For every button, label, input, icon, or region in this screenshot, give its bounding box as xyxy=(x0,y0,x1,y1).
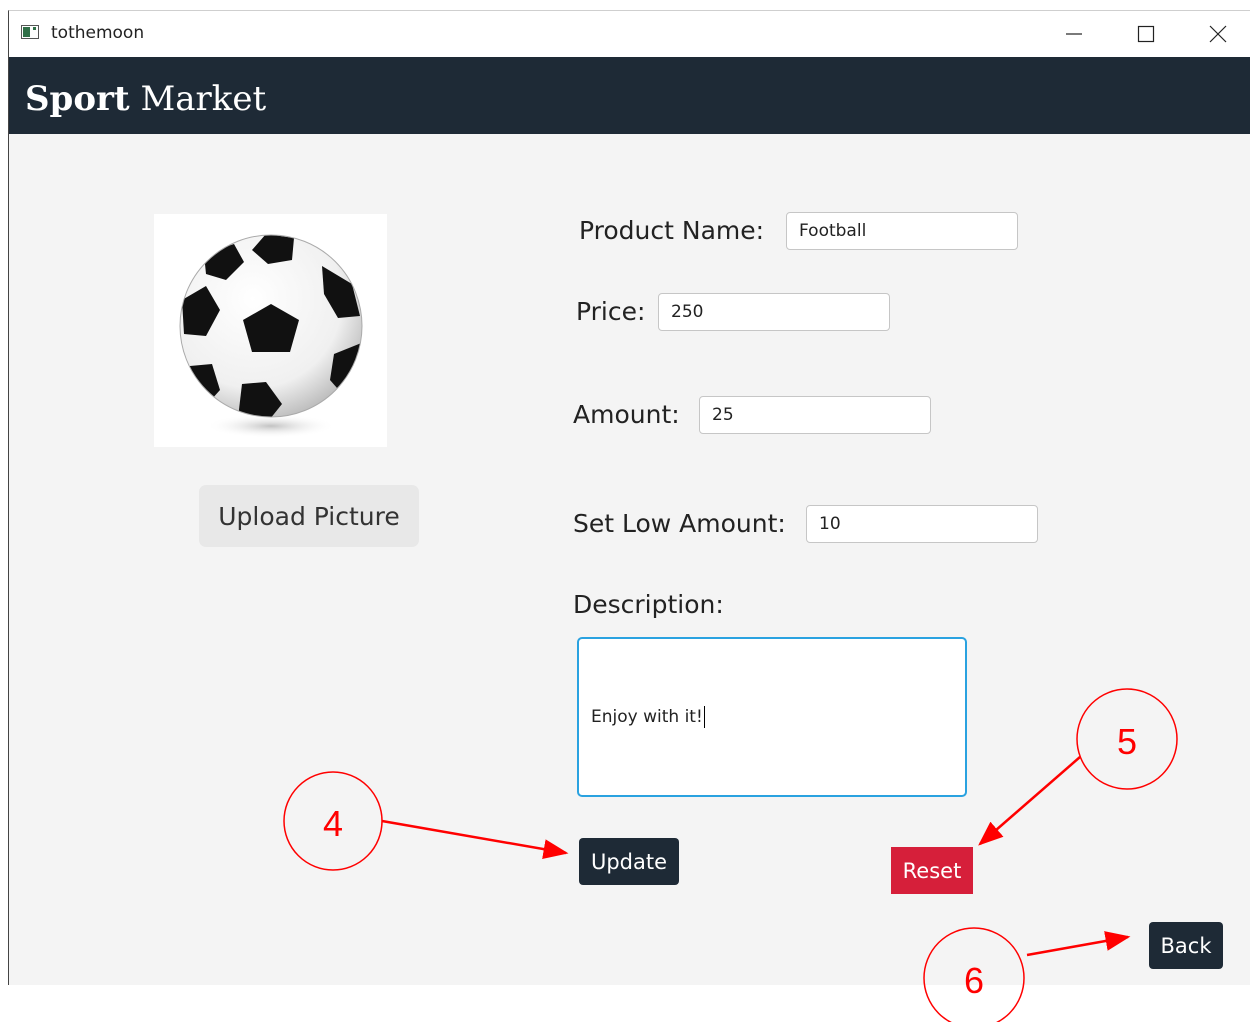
reset-button[interactable]: Reset xyxy=(891,847,973,894)
brand-regular: Market xyxy=(140,79,267,119)
description-label: Description: xyxy=(573,590,724,619)
upload-picture-button[interactable]: Upload Picture xyxy=(199,485,419,547)
minimize-button[interactable] xyxy=(1039,11,1109,57)
app-icon xyxy=(21,25,39,39)
amount-field[interactable]: 25 xyxy=(699,396,931,434)
app-header: Sport Market xyxy=(9,57,1250,134)
amount-label: Amount: xyxy=(573,400,680,429)
maximize-icon xyxy=(1137,25,1155,43)
back-button[interactable]: Back xyxy=(1149,922,1223,969)
product-name-field[interactable]: Football xyxy=(786,212,1018,250)
annotation-label-5: 5 xyxy=(1116,721,1138,762)
close-icon xyxy=(1209,25,1227,43)
maximize-button[interactable] xyxy=(1111,11,1181,57)
annotation-label-6: 6 xyxy=(963,960,985,1001)
low-amount-label: Set Low Amount: xyxy=(573,509,786,538)
minimize-icon xyxy=(1066,33,1082,35)
brand-title: Sport Market xyxy=(25,79,266,119)
price-label: Price: xyxy=(576,297,646,326)
text-caret xyxy=(703,706,705,728)
description-textarea[interactable]: Enjoy with it! xyxy=(577,637,967,797)
product-name-label: Product Name: xyxy=(579,216,765,245)
title-bar: tothemoon xyxy=(9,11,1250,57)
soccer-ball-image xyxy=(154,214,387,447)
low-amount-field[interactable]: 10 xyxy=(806,505,1038,543)
window-title: tothemoon xyxy=(51,23,145,43)
annotation-label-4: 4 xyxy=(322,803,344,844)
price-field[interactable]: 250 xyxy=(658,293,890,331)
description-text: Enjoy with it! xyxy=(591,707,703,727)
update-button[interactable]: Update xyxy=(579,838,679,885)
app-window: tothemoon Sport Market Upload Picture Pr… xyxy=(8,10,1250,985)
close-button[interactable] xyxy=(1183,11,1250,57)
brand-bold: Sport xyxy=(25,79,130,119)
